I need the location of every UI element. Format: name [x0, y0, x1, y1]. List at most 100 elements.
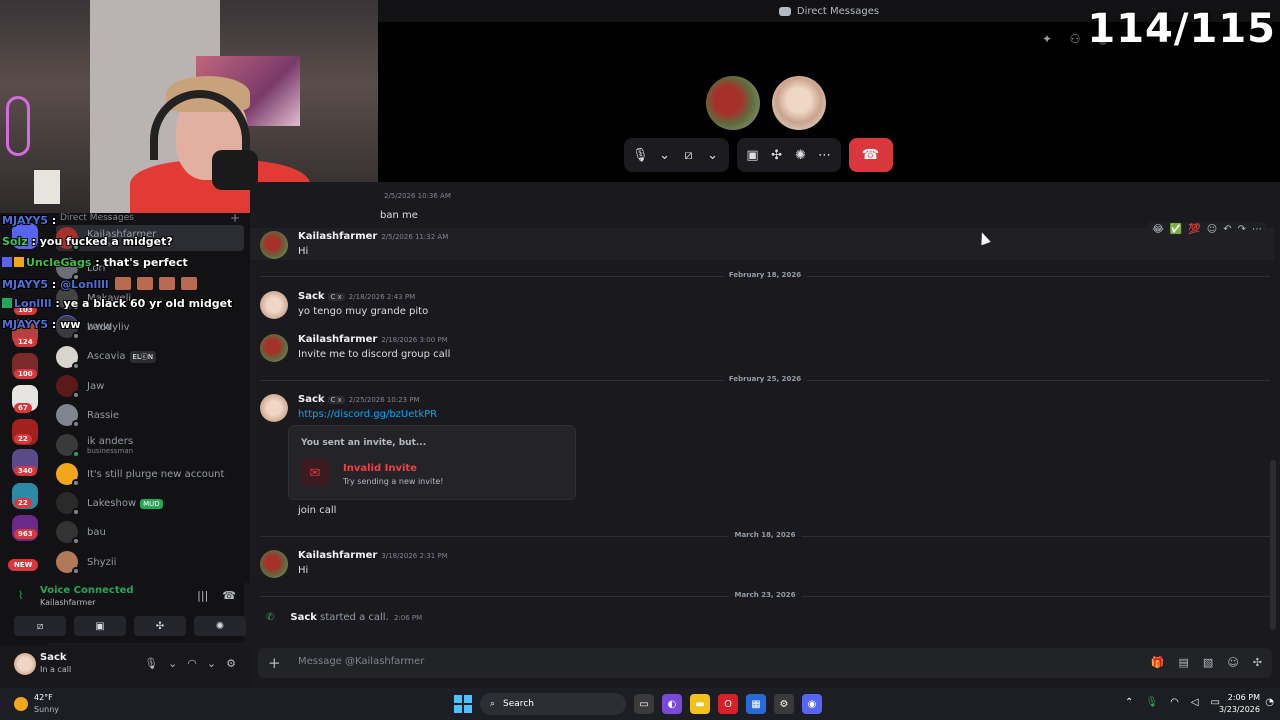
avatar: [56, 521, 80, 545]
screen-share-button[interactable]: ▣: [74, 616, 126, 636]
chevron-down-icon[interactable]: ⌄: [168, 657, 177, 670]
dm-item-ik-anders[interactable]: ik anders businessman: [56, 432, 244, 458]
opera-icon[interactable]: O: [718, 694, 738, 714]
dm-item-jaw[interactable]: Jaw: [56, 373, 244, 399]
pin-icon[interactable]: ✦: [1040, 32, 1054, 46]
activity-icon[interactable]: ✣: [769, 148, 785, 163]
server-badge: 340: [14, 466, 37, 476]
sticker-icon[interactable]: ▧: [1203, 656, 1213, 669]
hundred-emoji-icon[interactable]: 💯: [1188, 224, 1200, 235]
check-emoji-icon[interactable]: ✅: [1170, 224, 1182, 235]
gift-icon[interactable]: 🎁: [1151, 656, 1165, 669]
add-reaction-icon[interactable]: ☺: [1207, 224, 1217, 235]
discord-app-icon[interactable]: ◉: [802, 694, 822, 714]
reply-icon[interactable]: ↶: [1223, 224, 1231, 235]
notification-icon[interactable]: ◔: [1265, 697, 1274, 708]
emote-icon: [136, 277, 153, 290]
chevron-up-icon[interactable]: ⌃: [1125, 697, 1133, 708]
clock[interactable]: 2:06 PM 3/23/2026: [1219, 692, 1260, 716]
sun-icon[interactable]: [14, 697, 28, 711]
signal-icon[interactable]: ⌇: [18, 589, 23, 602]
screen: Direct Messages ✦ ⚇ ◉ 🎙 ⌄ ⧄ ⌄ ▣ ✣ ✺ ⋯ ☎ …: [0, 0, 1280, 720]
stream-counter: 114/115: [1087, 6, 1276, 52]
avatar[interactable]: [260, 231, 288, 259]
apps-icon[interactable]: ✣: [1253, 656, 1262, 669]
windows-start-icon[interactable]: [454, 695, 472, 713]
avatar: [56, 434, 80, 458]
noise-suppression-icon[interactable]: |||: [197, 589, 208, 602]
badge-icon: [2, 257, 12, 267]
avatar: [56, 551, 80, 575]
screen-share-icon[interactable]: ▣: [745, 148, 761, 163]
laugh-emoji-icon[interactable]: 😂: [1152, 224, 1164, 235]
avatar[interactable]: [260, 291, 288, 319]
disconnect-button[interactable]: ☎: [848, 138, 893, 172]
dm-item-rassie[interactable]: Rassie: [56, 402, 244, 428]
settings-app-icon[interactable]: ⚙: [774, 694, 794, 714]
copilot-icon[interactable]: ◐: [662, 694, 682, 714]
gear-icon[interactable]: ⚙: [226, 657, 236, 670]
date-divider: February 25, 2026: [260, 375, 1270, 385]
webcam-neon-light: [6, 96, 30, 156]
microphone-icon[interactable]: 🎙: [144, 657, 158, 670]
avatar[interactable]: [260, 394, 288, 422]
microphone-icon[interactable]: 🎙: [632, 148, 649, 163]
search-icon: ⌕: [490, 699, 496, 709]
taskbar: 42°F Sunny ⌕ Search ▭ ◐ ▬ O ▦ ⚙ ◉ ⌃ 🎙 ◠ ◁…: [0, 688, 1280, 720]
camera-off-button[interactable]: ⧄: [14, 616, 66, 636]
chevron-down-icon[interactable]: ⌄: [207, 657, 216, 670]
message-list: 2/5/2026 10:36 AM ban me 😂 ✅ 💯 ☺ ↶ ↷ ⋯ K…: [250, 182, 1280, 645]
participant-avatar-kailashfarmer[interactable]: [706, 76, 760, 130]
microphone-icon[interactable]: 🎙: [1145, 697, 1158, 708]
dm-item-lakeshow[interactable]: Lakeshow MUD: [56, 490, 244, 516]
disconnect-icon[interactable]: ☎: [222, 589, 236, 602]
phone-icon: ✆: [266, 612, 275, 623]
stream-chat-line: MJAYY5 : ww: [2, 318, 81, 331]
emoji-icon[interactable]: ☺: [1227, 656, 1238, 669]
dm-item-baddyliv[interactable]: baddyliv: [56, 314, 244, 340]
more-icon[interactable]: ⋯: [817, 148, 833, 163]
chevron-down-icon[interactable]: ⌄: [705, 148, 721, 163]
chevron-down-icon[interactable]: ⌄: [657, 148, 673, 163]
activity-button[interactable]: ✣: [134, 616, 186, 636]
dm-item-ascavia[interactable]: Ascavia ELⓒN: [56, 344, 244, 370]
server-badge: 124: [14, 337, 37, 347]
forward-icon[interactable]: ↷: [1238, 224, 1246, 235]
store-icon[interactable]: ▦: [746, 694, 766, 714]
more-icon[interactable]: ⋯: [1252, 224, 1262, 235]
user-name[interactable]: Sack: [40, 652, 67, 663]
clan-tag: C x: [327, 293, 345, 301]
dm-item-shyzii[interactable]: Shyzii: [56, 549, 244, 575]
message-input[interactable]: [298, 656, 1058, 667]
attach-plus-icon[interactable]: +: [268, 654, 281, 672]
wifi-icon[interactable]: ◠: [1170, 697, 1179, 708]
volume-icon[interactable]: ◁: [1191, 697, 1199, 708]
weather-condition[interactable]: Sunny: [34, 705, 59, 714]
share-activity-group: ▣ ✣ ✺ ⋯: [736, 138, 841, 172]
voice-status[interactable]: Voice Connected: [40, 585, 134, 596]
avatar: [56, 492, 80, 516]
window-title: Direct Messages: [796, 5, 880, 17]
participant-avatar-sack[interactable]: [772, 76, 826, 130]
add-friend-icon[interactable]: ⚇: [1068, 32, 1082, 46]
soundboard-button[interactable]: ✺: [194, 616, 246, 636]
dm-item-plurge[interactable]: It's still plurge new account: [56, 461, 244, 487]
weather-temp[interactable]: 42°F: [34, 693, 53, 702]
avatar[interactable]: [260, 550, 288, 578]
avatar[interactable]: [14, 653, 36, 675]
scrollbar[interactable]: [1270, 460, 1276, 630]
message-text: join call: [298, 505, 337, 516]
add-dm-icon[interactable]: +: [230, 211, 240, 225]
camera-off-icon[interactable]: ⧄: [681, 148, 697, 163]
headphones-icon[interactable]: ◠: [187, 657, 197, 670]
dm-item-bau[interactable]: bau: [56, 519, 244, 545]
invite-link[interactable]: https://discord.gg/bzUetkPR: [298, 409, 437, 420]
voice-channel[interactable]: Kailashfarmer: [40, 598, 95, 607]
soundboard-icon[interactable]: ✺: [793, 148, 809, 163]
taskbar-search[interactable]: ⌕ Search: [480, 693, 626, 715]
task-view-icon[interactable]: ▭: [634, 694, 654, 714]
avatar[interactable]: [260, 334, 288, 362]
file-explorer-icon[interactable]: ▬: [690, 694, 710, 714]
gif-icon[interactable]: ▤: [1179, 656, 1189, 669]
webcam-lamp: [34, 170, 60, 204]
